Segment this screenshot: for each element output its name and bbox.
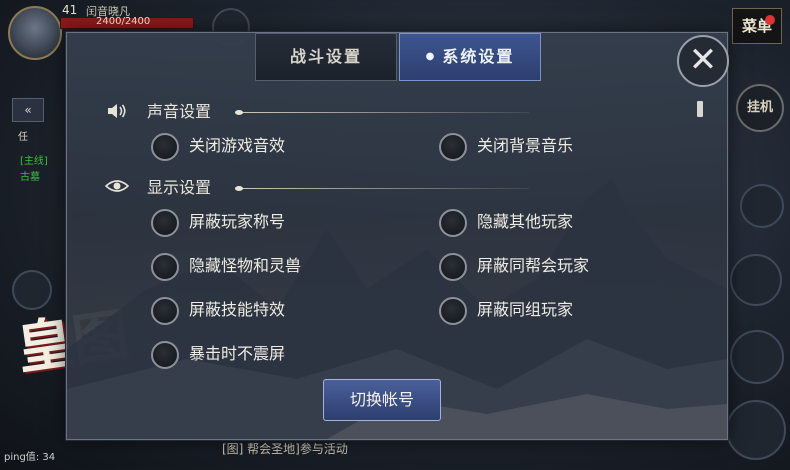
radio-button[interactable] xyxy=(151,253,179,281)
option-hide-skill-effects[interactable]: 屏蔽技能特效 xyxy=(151,297,351,325)
quest-main-label[interactable]: [主线] xyxy=(20,152,48,167)
display-section-header: 显示设置 xyxy=(104,177,545,201)
option-mute-game-sfx[interactable]: 关闭游戏音效 xyxy=(151,133,351,161)
section-divider xyxy=(235,110,529,115)
radio-button[interactable] xyxy=(439,297,467,325)
notification-dot xyxy=(765,15,775,25)
settings-tabs: 战斗设置 ● 系统设置 xyxy=(255,33,543,81)
tab-system-settings[interactable]: ● 系统设置 xyxy=(399,33,541,81)
close-button[interactable]: ✕ xyxy=(677,35,729,87)
quest-tab[interactable]: 任 xyxy=(18,128,28,143)
hp-text: 2400/2400 xyxy=(96,16,151,27)
hud-skill-icon[interactable] xyxy=(726,400,786,460)
tab-combat-settings[interactable]: 战斗设置 xyxy=(255,33,397,81)
event-notice: [图] 帮会圣地]参与活动 xyxy=(222,442,348,456)
hud-side-icon[interactable] xyxy=(740,184,784,228)
option-label: 屏蔽同帮会玩家 xyxy=(477,256,590,275)
player-avatar[interactable] xyxy=(8,6,62,60)
option-hide-guild-players[interactable]: 屏蔽同帮会玩家 xyxy=(439,253,659,281)
option-hide-party-players[interactable]: 屏蔽同组玩家 xyxy=(439,297,639,325)
option-no-crit-shake[interactable]: 暴击时不震屏 xyxy=(151,341,351,369)
option-label: 隐藏其他玩家 xyxy=(477,212,574,231)
player-level: 41 xyxy=(62,3,78,17)
option-hide-player-titles[interactable]: 屏蔽玩家称号 xyxy=(151,209,351,237)
radio-button[interactable] xyxy=(151,133,179,161)
radio-button[interactable] xyxy=(151,341,179,369)
sound-section-header: 声音设置 xyxy=(105,101,545,125)
section-divider xyxy=(235,186,529,191)
option-mute-bgm[interactable]: 关闭背景音乐 xyxy=(439,133,639,161)
menu-button[interactable]: 菜单 xyxy=(732,8,782,44)
option-label: 关闭背景音乐 xyxy=(477,136,574,155)
active-dot-icon: ● xyxy=(425,51,437,62)
collapse-panel-button[interactable]: « xyxy=(12,98,44,122)
speaker-icon xyxy=(105,101,129,123)
tab-combat-label: 战斗设置 xyxy=(289,47,362,66)
option-label: 暴击时不震屏 xyxy=(189,344,286,363)
eye-icon xyxy=(104,177,130,199)
option-hide-other-players[interactable]: 隐藏其他玩家 xyxy=(439,209,639,237)
radio-button[interactable] xyxy=(439,253,467,281)
close-x-icon: ✕ xyxy=(688,40,718,80)
hud-skill-icon[interactable] xyxy=(730,330,784,384)
tab-system-label: 系统设置 xyxy=(442,47,515,66)
hud-side-icon[interactable] xyxy=(730,254,782,306)
radio-button[interactable] xyxy=(439,209,467,237)
scrollbar-handle[interactable] xyxy=(697,101,703,117)
ping-readout: ping值: 34 xyxy=(4,452,56,463)
option-hide-monsters-pets[interactable]: 隐藏怪物和灵兽 xyxy=(151,253,371,281)
display-section-title: 显示设置 xyxy=(147,178,212,197)
radio-button[interactable] xyxy=(151,209,179,237)
auto-battle-button[interactable]: 挂机 xyxy=(736,84,784,132)
ping-label: ping值 xyxy=(4,452,36,463)
option-label: 屏蔽同组玩家 xyxy=(477,300,574,319)
radio-button[interactable] xyxy=(439,133,467,161)
hud-left-icon[interactable] xyxy=(12,270,52,310)
option-label: 屏蔽技能特效 xyxy=(189,300,286,319)
quest-sub-label[interactable]: 古墓 xyxy=(20,168,40,183)
option-label: 屏蔽玩家称号 xyxy=(189,212,286,231)
sound-section-title: 声音设置 xyxy=(147,102,212,121)
option-label: 隐藏怪物和灵兽 xyxy=(189,256,302,275)
ping-value: 34 xyxy=(42,452,56,463)
switch-account-button[interactable]: 切换帐号 xyxy=(323,379,441,421)
radio-button[interactable] xyxy=(151,297,179,325)
settings-dialog: 战斗设置 ● 系统设置 ✕ 声音设置 关闭游戏音效 关闭背景音乐 显示设置 屏蔽玩… xyxy=(66,32,729,440)
option-label: 关闭游戏音效 xyxy=(189,136,286,155)
